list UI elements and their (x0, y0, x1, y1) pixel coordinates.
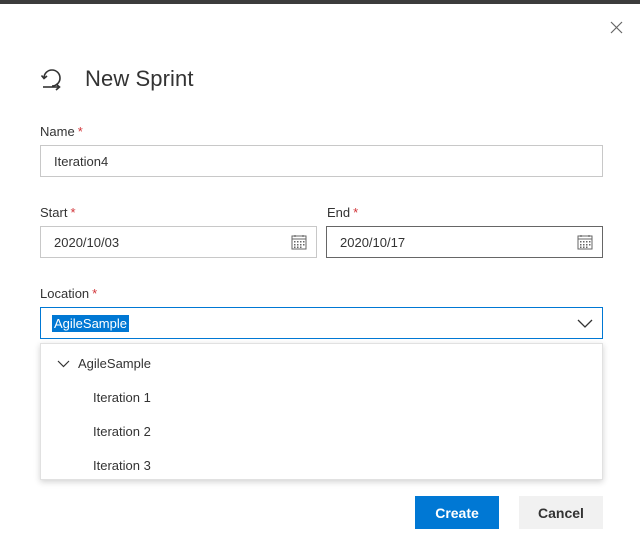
cancel-button[interactable]: Cancel (519, 496, 603, 529)
location-dropdown[interactable]: AgileSample (40, 307, 603, 339)
end-label: End * (327, 205, 358, 220)
calendar-icon[interactable] (291, 234, 307, 250)
end-date-input[interactable]: 2020/10/17 (326, 226, 603, 258)
required-marker: * (77, 124, 83, 139)
sprint-cycle-icon (40, 69, 61, 91)
end-label-text: End (327, 205, 351, 220)
tree-node-iteration-1[interactable]: Iteration 1 (93, 390, 151, 405)
start-label: Start * (40, 205, 76, 220)
chevron-down-icon[interactable] (57, 359, 70, 368)
create-button[interactable]: Create (415, 496, 499, 529)
close-button[interactable] (605, 16, 627, 38)
chevron-down-icon[interactable] (576, 317, 594, 329)
name-label: Name * (40, 124, 83, 139)
tree-node-root[interactable]: AgileSample (57, 356, 151, 371)
tree-node-iteration-2[interactable]: Iteration 2 (93, 424, 151, 439)
dialog-title: New Sprint (85, 66, 194, 91)
name-input-value: Iteration4 (54, 153, 109, 169)
tree-node-iteration-3[interactable]: Iteration 3 (93, 458, 151, 473)
tree-node-root-label: AgileSample (78, 356, 151, 371)
dialog-header: New Sprint (40, 66, 194, 92)
start-date-input[interactable]: 2020/10/03 (40, 226, 317, 258)
location-label: Location * (40, 286, 97, 301)
window-top-bar (0, 0, 640, 4)
start-date-value: 2020/10/03 (54, 234, 120, 250)
calendar-icon[interactable] (577, 234, 593, 250)
name-input[interactable]: Iteration4 (40, 145, 603, 177)
location-label-text: Location (40, 286, 90, 301)
end-date-value: 2020/10/17 (340, 234, 406, 250)
required-marker: * (92, 286, 98, 301)
required-marker: * (70, 205, 76, 220)
name-label-text: Name (40, 124, 75, 139)
required-marker: * (353, 205, 359, 220)
close-icon (610, 21, 622, 33)
location-dropdown-list: AgileSample Iteration 1 Iteration 2 Iter… (40, 343, 603, 480)
location-selected-value: AgileSample (52, 314, 129, 332)
start-label-text: Start (40, 205, 68, 220)
